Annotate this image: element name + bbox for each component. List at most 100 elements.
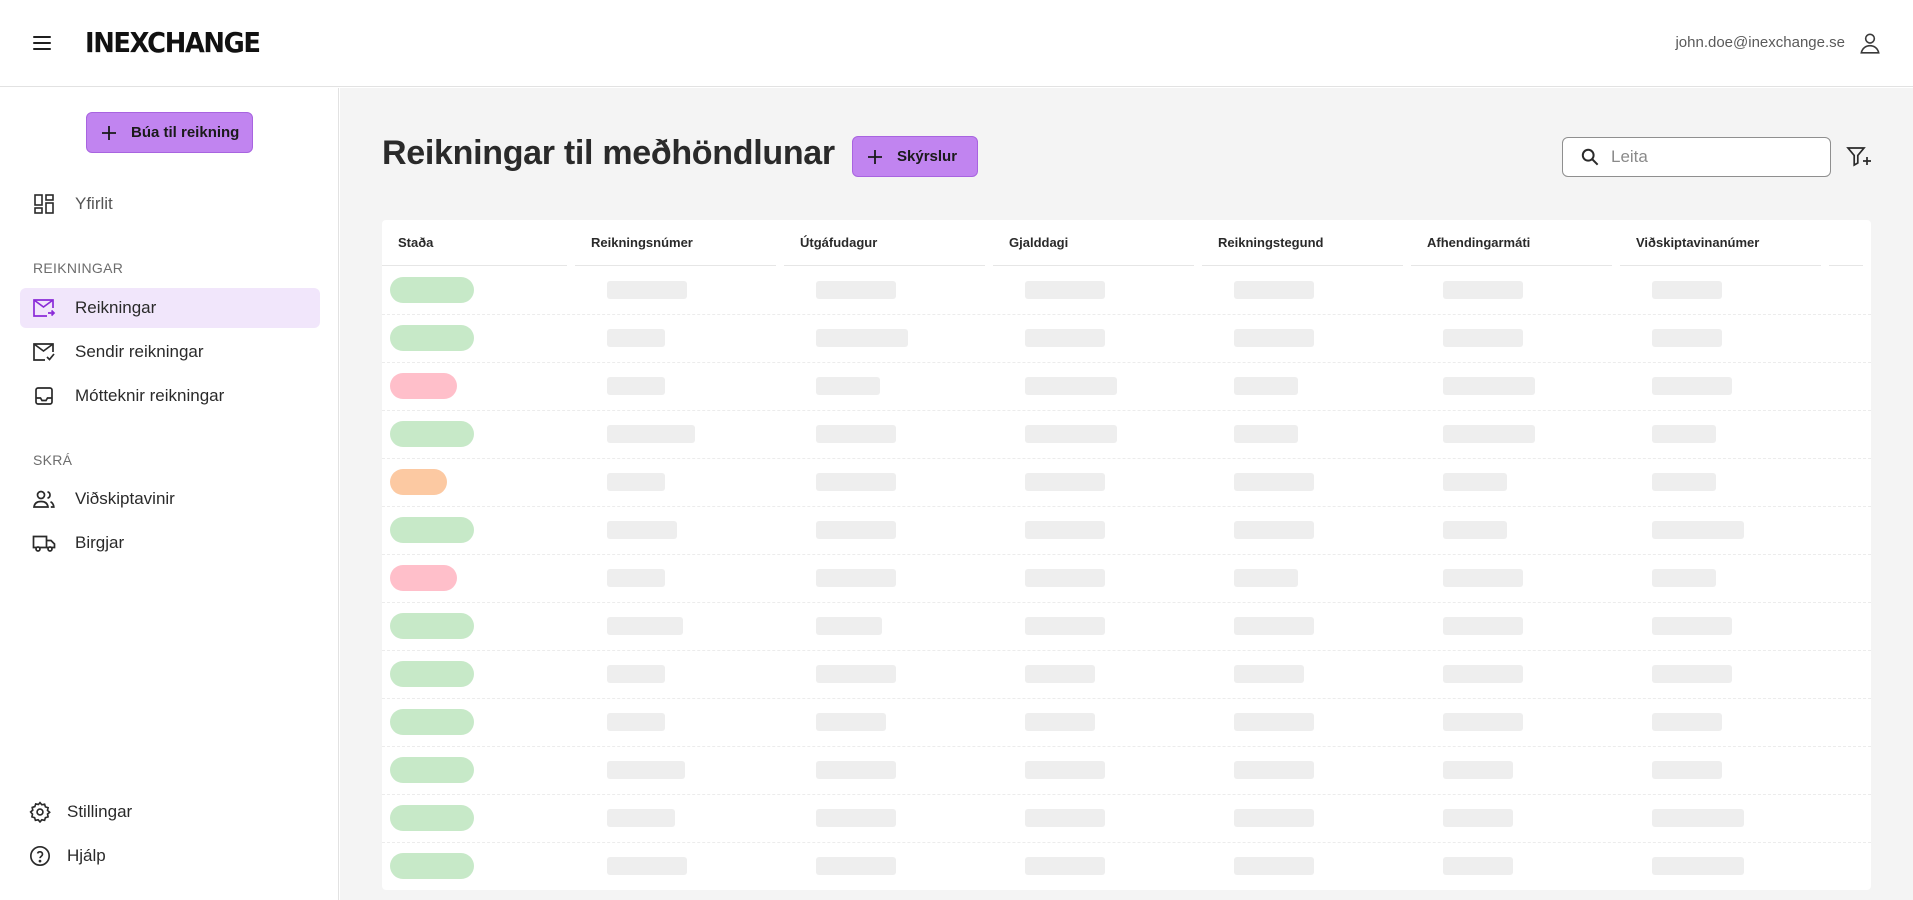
loading-cell-placeholder — [1025, 617, 1105, 635]
reports-label: Skýrslur — [897, 148, 958, 165]
sidebar-item-label: Viðskiptavinir — [75, 489, 175, 508]
row-divider — [382, 842, 1871, 843]
loading-cell-placeholder — [1234, 617, 1314, 635]
column-header-issue-date[interactable]: Útgáfudagur — [784, 220, 985, 266]
loading-cell-placeholder — [607, 473, 665, 491]
loading-cell-placeholder — [607, 761, 685, 779]
loading-cell-placeholder — [1443, 617, 1523, 635]
menu-icon[interactable] — [30, 33, 58, 55]
status-pill[interactable] — [390, 805, 474, 831]
loading-cell-placeholder — [1025, 281, 1105, 299]
loading-cell-placeholder — [1652, 713, 1722, 731]
loading-cell-placeholder — [1234, 665, 1304, 683]
loading-cell-placeholder — [1234, 281, 1314, 299]
user-profile-icon[interactable] — [1857, 30, 1883, 56]
loading-cell-placeholder — [1652, 665, 1732, 683]
plus-icon — [868, 149, 882, 164]
loading-cell-placeholder — [1025, 713, 1095, 731]
row-divider — [382, 650, 1871, 651]
sidebar-item-label: Mótteknir reikningar — [75, 386, 225, 405]
status-pill[interactable] — [390, 853, 474, 879]
loading-cell-placeholder — [1443, 665, 1523, 683]
loading-cell-placeholder — [1025, 857, 1105, 875]
loading-cell-placeholder — [1025, 761, 1105, 779]
loading-cell-placeholder — [1234, 377, 1298, 395]
sidebar-item-label: Yfirlit — [75, 194, 113, 213]
loading-cell-placeholder — [607, 329, 665, 347]
sidebar-item-help[interactable]: Hjálp — [16, 836, 316, 876]
section-label-registry: SKRÁ — [33, 452, 73, 468]
loading-cell-placeholder — [1443, 473, 1507, 491]
column-header-invoice-type[interactable]: Reikningstegund — [1202, 220, 1403, 266]
column-header-due-date[interactable]: Gjalddagi — [993, 220, 1194, 266]
loading-cell-placeholder — [607, 617, 683, 635]
search-icon — [1581, 148, 1599, 166]
column-header-extra — [1829, 220, 1863, 266]
loading-cell-placeholder — [1025, 473, 1105, 491]
loading-cell-placeholder — [1234, 425, 1298, 443]
section-label-invoices: REIKNINGAR — [33, 260, 124, 276]
search-input[interactable] — [1611, 147, 1811, 167]
main-content: Reikningar til meðhöndlunar Skýrslur Sta… — [340, 88, 1913, 900]
status-pill[interactable] — [390, 565, 457, 591]
user-email: john.doe@inexchange.se — [1675, 34, 1845, 51]
sidebar-item-invoices[interactable]: Reikningar — [20, 288, 320, 328]
loading-cell-placeholder — [816, 617, 882, 635]
sidebar-item-label: Hjálp — [67, 846, 106, 865]
row-divider — [382, 698, 1871, 699]
status-pill[interactable] — [390, 325, 474, 351]
users-icon — [32, 487, 56, 511]
loading-cell-placeholder — [816, 761, 896, 779]
sidebar-item-suppliers[interactable]: Birgjar — [20, 523, 320, 563]
sidebar-item-sent-invoices[interactable]: Sendir reikningar — [20, 332, 320, 372]
reports-button[interactable]: Skýrslur — [852, 136, 978, 177]
column-header-delivery-method[interactable]: Afhendingarmáti — [1411, 220, 1612, 266]
row-divider — [382, 362, 1871, 363]
loading-cell-placeholder — [1443, 761, 1513, 779]
status-pill[interactable] — [390, 469, 447, 495]
column-header-customer-number[interactable]: Viðskiptavinanúmer — [1620, 220, 1821, 266]
dashboard-icon — [32, 192, 56, 216]
sidebar-item-received-invoices[interactable]: Mótteknir reikningar — [20, 376, 320, 416]
loading-cell-placeholder — [607, 713, 665, 731]
row-divider — [382, 794, 1871, 795]
status-pill[interactable] — [390, 517, 474, 543]
loading-cell-placeholder — [816, 281, 896, 299]
status-pill[interactable] — [390, 613, 474, 639]
sidebar-item-settings[interactable]: Stillingar — [16, 792, 316, 832]
mail-arrow-icon — [32, 296, 56, 320]
create-invoice-button[interactable]: Búa til reikning — [86, 112, 253, 153]
status-pill[interactable] — [390, 373, 457, 399]
column-header-invoice-number[interactable]: Reikningsnúmer — [575, 220, 776, 266]
search-box[interactable] — [1562, 137, 1831, 177]
top-bar: INEXCHANGE john.doe@inexchange.se — [0, 0, 1913, 87]
status-pill[interactable] — [390, 709, 474, 735]
loading-cell-placeholder — [1652, 473, 1716, 491]
loading-cell-placeholder — [1025, 521, 1105, 539]
sidebar: Búa til reikning Yfirlit REIKNINGAR Reik… — [0, 88, 339, 900]
gear-icon — [28, 800, 52, 824]
loading-cell-placeholder — [1234, 857, 1314, 875]
loading-cell-placeholder — [607, 521, 677, 539]
column-header-status[interactable]: Staða — [382, 220, 567, 266]
create-invoice-label: Búa til reikning — [131, 124, 240, 141]
sidebar-item-label: Stillingar — [67, 802, 133, 821]
loading-cell-placeholder — [1652, 809, 1744, 827]
loading-cell-placeholder — [1652, 281, 1722, 299]
loading-cell-placeholder — [1234, 713, 1314, 731]
app-logo: INEXCHANGE — [85, 26, 261, 59]
status-pill[interactable] — [390, 277, 474, 303]
sidebar-item-label: Reikningar — [75, 298, 157, 317]
sidebar-item-customers[interactable]: Viðskiptavinir — [20, 479, 320, 519]
loading-cell-placeholder — [1234, 809, 1314, 827]
loading-cell-placeholder — [607, 665, 665, 683]
status-pill[interactable] — [390, 757, 474, 783]
loading-cell-placeholder — [607, 425, 695, 443]
status-pill[interactable] — [390, 421, 474, 447]
add-filter-icon[interactable] — [1845, 143, 1873, 171]
loading-cell-placeholder — [816, 857, 896, 875]
sidebar-item-overview[interactable]: Yfirlit — [20, 184, 320, 224]
loading-cell-placeholder — [1443, 281, 1523, 299]
status-pill[interactable] — [390, 661, 474, 687]
invoices-table: Staða Reikningsnúmer Útgáfudagur Gjaldda… — [382, 220, 1871, 890]
